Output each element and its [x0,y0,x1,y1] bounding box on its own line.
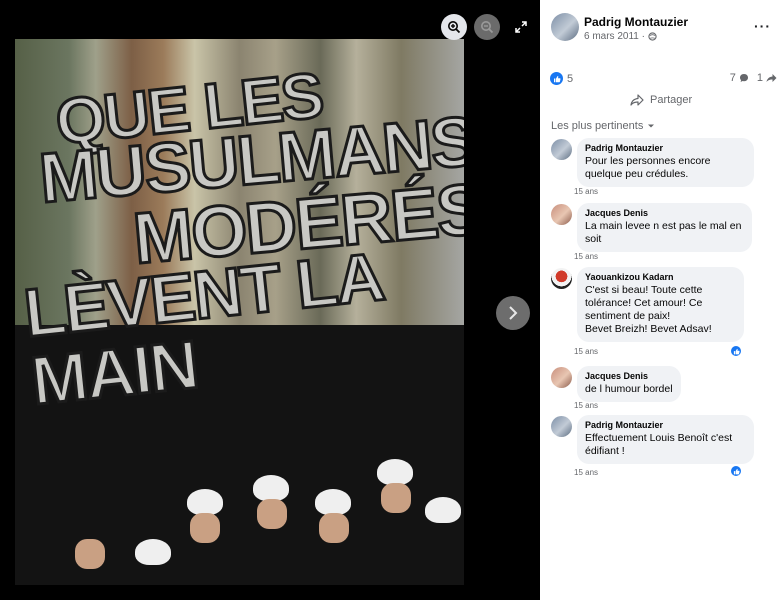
comment-text: Pour les personnes encore quelque peu cr… [585,155,711,180]
post-panel: Padrig Montauzier 6 mars 2011 · ··· 5 7 … [540,0,783,600]
photo-figure [253,475,289,501]
post-counts: 7 1 [730,72,777,84]
comment-bubble: Jacques Denis La main levee n est pas le… [577,203,752,252]
like-icon [733,468,740,474]
comment-like-badge[interactable] [730,465,742,477]
zoom-in-button[interactable] [441,14,467,40]
chevron-right-icon [509,306,518,320]
like-icon [550,72,563,85]
zoom-in-icon [448,21,461,34]
avatar[interactable] [551,268,572,289]
reactions-summary[interactable]: 5 [550,72,573,85]
comment-author[interactable]: Jacques Denis [585,371,673,381]
photo-figure [135,539,171,565]
expand-icon [515,21,527,33]
post-author[interactable]: Padrig Montauzier [584,15,688,29]
share-icon [630,94,644,106]
comment-text: de l humour bordel [585,383,673,395]
shares-count: 1 [756,72,763,84]
comment-time[interactable]: 15 ans [574,187,598,196]
zoom-out-icon [481,21,494,34]
comment-bubble: Yaouankizou Kadarn C'est si beau! Toute … [577,267,744,342]
avatar[interactable] [551,204,572,225]
photo-figure [315,489,351,515]
avatar[interactable] [551,416,572,437]
photo-figure [377,459,413,485]
photo-figure [187,489,223,515]
more-options-button[interactable]: ··· [754,18,771,34]
next-photo-button[interactable] [496,296,530,330]
shares-count-link[interactable]: 1 [757,72,777,84]
comment-author[interactable]: Yaouankizou Kadarn [585,272,736,282]
photo-face [190,513,220,543]
share-arrow-icon [766,74,777,82]
comment-bubble: Jacques Denis de l humour bordel [577,366,681,402]
post-photo[interactable]: Que les Musulmans Modérés Lèvent la main [15,39,464,585]
comment-text: C'est si beau! Toute cette tolérance! Ce… [585,284,712,335]
comment-like-badge[interactable] [730,345,742,357]
comment-bubble: Padrig Montauzier Pour les personnes enc… [577,138,754,187]
comments-count-link[interactable]: 7 [730,72,749,84]
comment-author[interactable]: Padrig Montauzier [585,420,746,430]
comment-time[interactable]: 15 ans [574,252,598,261]
comment-author[interactable]: Padrig Montauzier [585,143,746,153]
sort-label: Les plus pertinents [551,120,644,132]
comments-count: 7 [729,72,736,84]
comment-author[interactable]: Jacques Denis [585,208,744,218]
comment-text: Effectuement Louis Benoît c'est édifiant… [585,432,733,457]
reactions-count: 5 [567,72,574,85]
comment-sort-dropdown[interactable]: Les plus pertinents [551,120,655,132]
avatar[interactable] [551,13,579,41]
comment-time[interactable]: 15 ans [574,401,598,410]
comment-bubble: Padrig Montauzier Effectuement Louis Ben… [577,415,754,464]
comment-text: La main levee n est pas le mal en soit [585,220,742,245]
avatar[interactable] [551,139,572,160]
photo-viewer: Que les Musulmans Modérés Lèvent la main [0,0,540,600]
like-icon [733,348,740,354]
caret-down-icon [648,124,655,128]
comment-bubble-icon [739,74,748,82]
comment-time[interactable]: 15 ans [574,347,598,356]
zoom-out-button[interactable] [474,14,500,40]
share-button[interactable]: Partager [630,94,692,106]
globe-icon [648,32,657,41]
comment-time[interactable]: 15 ans [574,468,598,477]
share-label: Partager [650,94,693,106]
photo-face [257,499,287,529]
fullscreen-button[interactable] [508,14,534,40]
post-date-text[interactable]: 6 mars 2011 · [584,31,645,42]
avatar[interactable] [551,367,572,388]
post-date: 6 mars 2011 · [584,31,657,42]
photo-figure [425,497,461,523]
photo-face [75,539,105,569]
photo-face [381,483,411,513]
photo-face [319,513,349,543]
